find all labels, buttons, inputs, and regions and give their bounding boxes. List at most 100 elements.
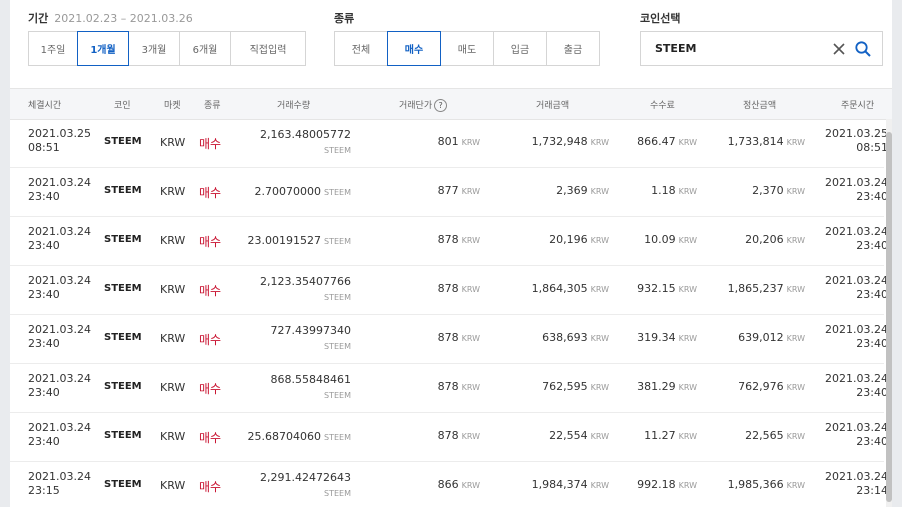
coin-name: STEEM xyxy=(104,332,142,343)
header-order-time: 주문시간 xyxy=(841,101,875,111)
coin-name: STEEM xyxy=(104,283,142,294)
order-date: 2021.03.24 xyxy=(825,470,888,483)
coin-name: STEEM xyxy=(104,234,142,245)
trade-clock: 08:51 xyxy=(28,141,60,154)
settlement-amount-unit: KRW xyxy=(786,138,805,147)
scrollbar-thumb[interactable] xyxy=(886,132,892,502)
trade-price: 878 KRW xyxy=(438,331,480,344)
period-6month-button[interactable]: 6개월 xyxy=(179,31,231,66)
order-time: 2021.03.24 23:14 xyxy=(825,470,888,498)
type-button-group: 전체 매수 매도 입금 출금 xyxy=(334,31,600,66)
table-header: 체결시간 코인 마켓 종류 거래수량 거래단가? 거래금액 수수료 정산금액 주… xyxy=(10,88,892,120)
period-3month-button[interactable]: 3개월 xyxy=(128,31,180,66)
trade-price: 878 KRW xyxy=(438,380,480,393)
order-date: 2021.03.24 xyxy=(825,372,888,385)
trade-amount: 1,732,948 KRW xyxy=(532,135,609,148)
order-time: 2021.03.24 23:40 xyxy=(825,323,888,351)
trade-fee-value: 11.27 xyxy=(644,429,676,442)
type-all-button[interactable]: 전체 xyxy=(334,31,388,66)
settlement-amount-value: 22,565 xyxy=(745,429,784,442)
trade-fee-unit: KRW xyxy=(678,334,697,343)
trade-price-unit: KRW xyxy=(461,481,480,490)
type-sell-button[interactable]: 매도 xyxy=(440,31,494,66)
coin-search-input[interactable] xyxy=(653,41,832,56)
table-row[interactable]: 2021.03.24 23:15 STEEM KRW 매수 2,291.42472643 S… xyxy=(10,462,888,507)
trade-clock: 23:40 xyxy=(28,337,60,350)
order-time: 2021.03.24 23:40 xyxy=(825,372,888,400)
trade-amount-value: 638,693 xyxy=(542,331,588,344)
trade-amount-value: 1,732,948 xyxy=(531,135,588,148)
quantity-value: 2,163.48005772 xyxy=(260,128,351,141)
trade-price-value: 878 xyxy=(437,429,459,442)
trade-amount-unit: KRW xyxy=(590,138,609,147)
settlement-amount-unit: KRW xyxy=(786,383,805,392)
clear-icon[interactable] xyxy=(830,40,848,58)
table-row[interactable]: 2021.03.24 23:40 STEEM KRW 매수 727.43997340 STE… xyxy=(10,315,888,364)
trade-time: 2021.03.24 23:40 xyxy=(28,421,91,449)
coin-name: STEEM xyxy=(104,430,142,441)
trade-fee-unit: KRW xyxy=(678,383,697,392)
trade-price: 866 KRW xyxy=(438,478,480,491)
quantity-unit: STEEM xyxy=(324,433,351,442)
settlement-amount-value: 639,012 xyxy=(738,331,784,344)
table-row[interactable]: 2021.03.25 08:51 STEEM KRW 매수 2,163.48005772 S… xyxy=(10,119,888,168)
trade-price-unit: KRW xyxy=(461,432,480,441)
header-fee: 수수료 xyxy=(650,101,675,111)
trade-type: 매수 xyxy=(199,186,222,200)
order-time: 2021.03.24 23:40 xyxy=(825,225,888,253)
trade-type: 매수 xyxy=(199,431,222,445)
trade-fee-unit: KRW xyxy=(678,138,697,147)
table-row[interactable]: 2021.03.24 23:40 STEEM KRW 매수 2,123.35407766 S… xyxy=(10,266,888,315)
settlement-amount: 762,976 KRW xyxy=(738,380,805,393)
trade-fee-unit: KRW xyxy=(678,236,697,245)
table-row[interactable]: 2021.03.24 23:40 STEEM KRW 매수 25.68704060 STEE… xyxy=(10,413,888,462)
trade-date: 2021.03.24 xyxy=(28,225,91,238)
trade-amount-unit: KRW xyxy=(590,236,609,245)
settlement-amount: 1,865,237 KRW xyxy=(728,282,805,295)
table-row[interactable]: 2021.03.24 23:40 STEEM KRW 매수 2.70070000 STEEM… xyxy=(10,168,888,217)
order-time: 2021.03.24 23:40 xyxy=(825,176,888,204)
trade-quantity: 25.68704060 STEEM xyxy=(248,429,351,446)
trade-fee-unit: KRW xyxy=(678,481,697,490)
market-name: KRW xyxy=(160,479,186,492)
trade-amount: 22,554 KRW xyxy=(549,429,609,442)
header-settlement: 정산금액 xyxy=(743,101,777,111)
trade-price: 801 KRW xyxy=(438,135,480,148)
trade-fee: 10.09 KRW xyxy=(644,233,697,246)
table-row[interactable]: 2021.03.24 23:40 STEEM KRW 매수 23.00191527 STEE… xyxy=(10,217,888,266)
trade-price-unit: KRW xyxy=(461,187,480,196)
trade-time: 2021.03.25 08:51 xyxy=(28,127,91,155)
trade-fee-value: 381.29 xyxy=(637,380,676,393)
settlement-amount-unit: KRW xyxy=(786,481,805,490)
search-icon[interactable] xyxy=(854,40,872,58)
trade-amount-value: 1,864,305 xyxy=(531,282,588,295)
trade-amount-value: 2,369 xyxy=(556,184,588,197)
trade-clock: 23:40 xyxy=(28,190,60,203)
trade-amount-unit: KRW xyxy=(590,432,609,441)
help-icon[interactable]: ? xyxy=(434,99,448,112)
table-row[interactable]: 2021.03.24 23:40 STEEM KRW 매수 868.55848461 STE… xyxy=(10,364,888,413)
order-date: 2021.03.24 xyxy=(825,176,888,189)
order-date: 2021.03.25 xyxy=(825,127,888,140)
trade-price-unit: KRW xyxy=(461,285,480,294)
quantity-value: 727.43997340 xyxy=(270,324,351,337)
trade-quantity: 2.70070000 STEEM xyxy=(255,184,351,201)
type-deposit-button[interactable]: 입금 xyxy=(493,31,547,66)
settlement-amount-unit: KRW xyxy=(786,187,805,196)
trade-price-value: 801 xyxy=(437,135,459,148)
header-trade-time: 체결시간 xyxy=(28,101,62,111)
trade-fee: 932.15 KRW xyxy=(637,282,697,295)
type-buy-button[interactable]: 매수 xyxy=(387,31,441,66)
period-custom-button[interactable]: 직접입력 xyxy=(230,31,306,66)
trade-amount-unit: KRW xyxy=(590,383,609,392)
type-withdraw-button[interactable]: 출금 xyxy=(546,31,600,66)
trade-price-unit: KRW xyxy=(461,138,480,147)
trade-fee: 866.47 KRW xyxy=(637,135,697,148)
period-1month-button[interactable]: 1개월 xyxy=(77,31,129,66)
trade-fee: 11.27 KRW xyxy=(644,429,697,442)
coin-name: STEEM xyxy=(104,479,142,490)
trade-amount-unit: KRW xyxy=(590,334,609,343)
trade-type: 매수 xyxy=(199,137,222,151)
period-1week-button[interactable]: 1주일 xyxy=(28,31,78,66)
trade-price: 878 KRW xyxy=(438,282,480,295)
